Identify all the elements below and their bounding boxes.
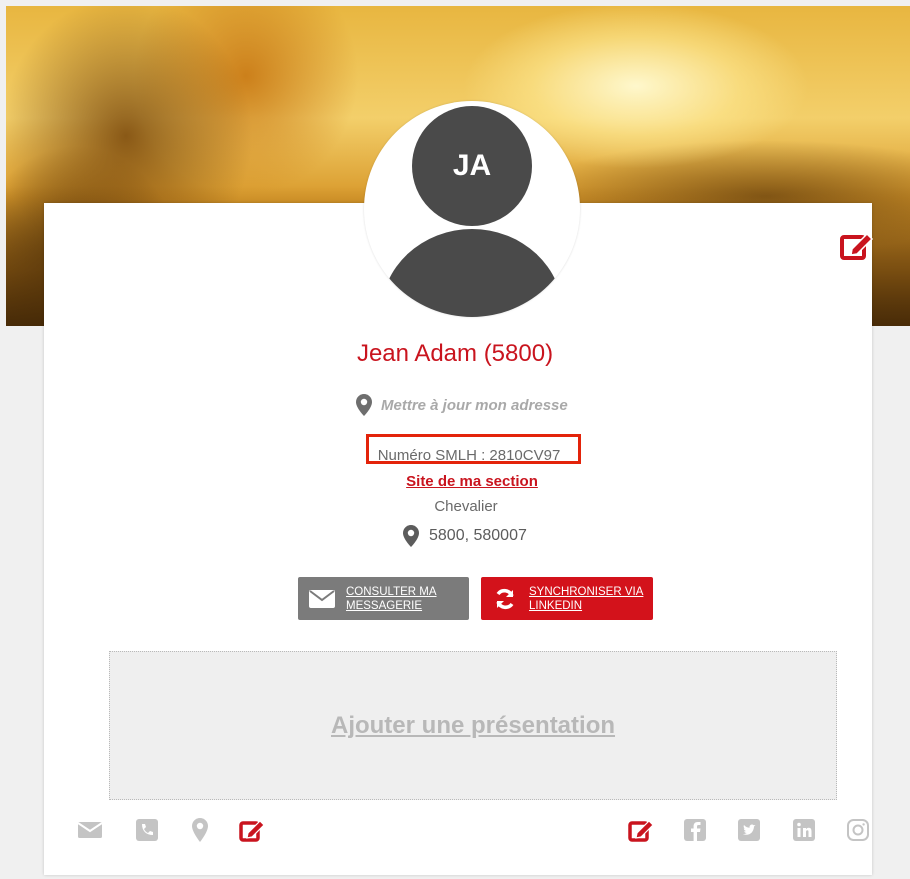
update-address-link[interactable]: Mettre à jour mon adresse <box>356 391 568 419</box>
edit-social-icon[interactable] <box>628 817 654 843</box>
facebook-icon[interactable] <box>682 817 708 843</box>
avatar-initials: JA <box>412 106 532 226</box>
linkedin-sync-button[interactable]: SYNCHRONISER VIA LINKEDIN <box>481 577 653 620</box>
map-pin-icon <box>403 525 419 547</box>
mail-icon <box>298 589 346 608</box>
member-rank: Chevalier <box>434 498 498 515</box>
smlh-number: Numéro SMLH : 2810CV97 <box>377 447 561 464</box>
section-site-link[interactable]: Site de ma section <box>0 473 910 490</box>
map-pin-icon[interactable] <box>187 817 213 843</box>
profile-name: Jean Adam (5800) <box>356 340 554 367</box>
linkedin-sync-label: SYNCHRONISER VIA LINKEDIN <box>529 585 644 612</box>
avatar-silhouette <box>381 229 563 317</box>
member-location: 5800, 580007 <box>403 523 527 549</box>
twitter-icon[interactable] <box>736 817 762 843</box>
map-pin-icon <box>356 394 372 416</box>
sync-icon <box>481 588 529 610</box>
mail-icon[interactable] <box>77 817 103 843</box>
edit-contact-icon[interactable] <box>239 817 265 843</box>
messaging-button[interactable]: CONSULTER MA MESSAGERIE <box>298 577 469 620</box>
add-presentation-link[interactable]: Ajouter une présentation <box>331 712 615 740</box>
avatar[interactable]: JA <box>364 101 580 317</box>
edit-profile-icon[interactable] <box>840 230 874 260</box>
presentation-box[interactable]: Ajouter une présentation <box>109 651 837 800</box>
update-address-label: Mettre à jour mon adresse <box>381 396 568 414</box>
instagram-icon[interactable] <box>845 817 871 843</box>
phone-icon[interactable] <box>134 817 160 843</box>
messaging-label: CONSULTER MA MESSAGERIE <box>346 585 437 612</box>
linkedin-icon[interactable] <box>791 817 817 843</box>
location-text: 5800, 580007 <box>429 527 527 544</box>
